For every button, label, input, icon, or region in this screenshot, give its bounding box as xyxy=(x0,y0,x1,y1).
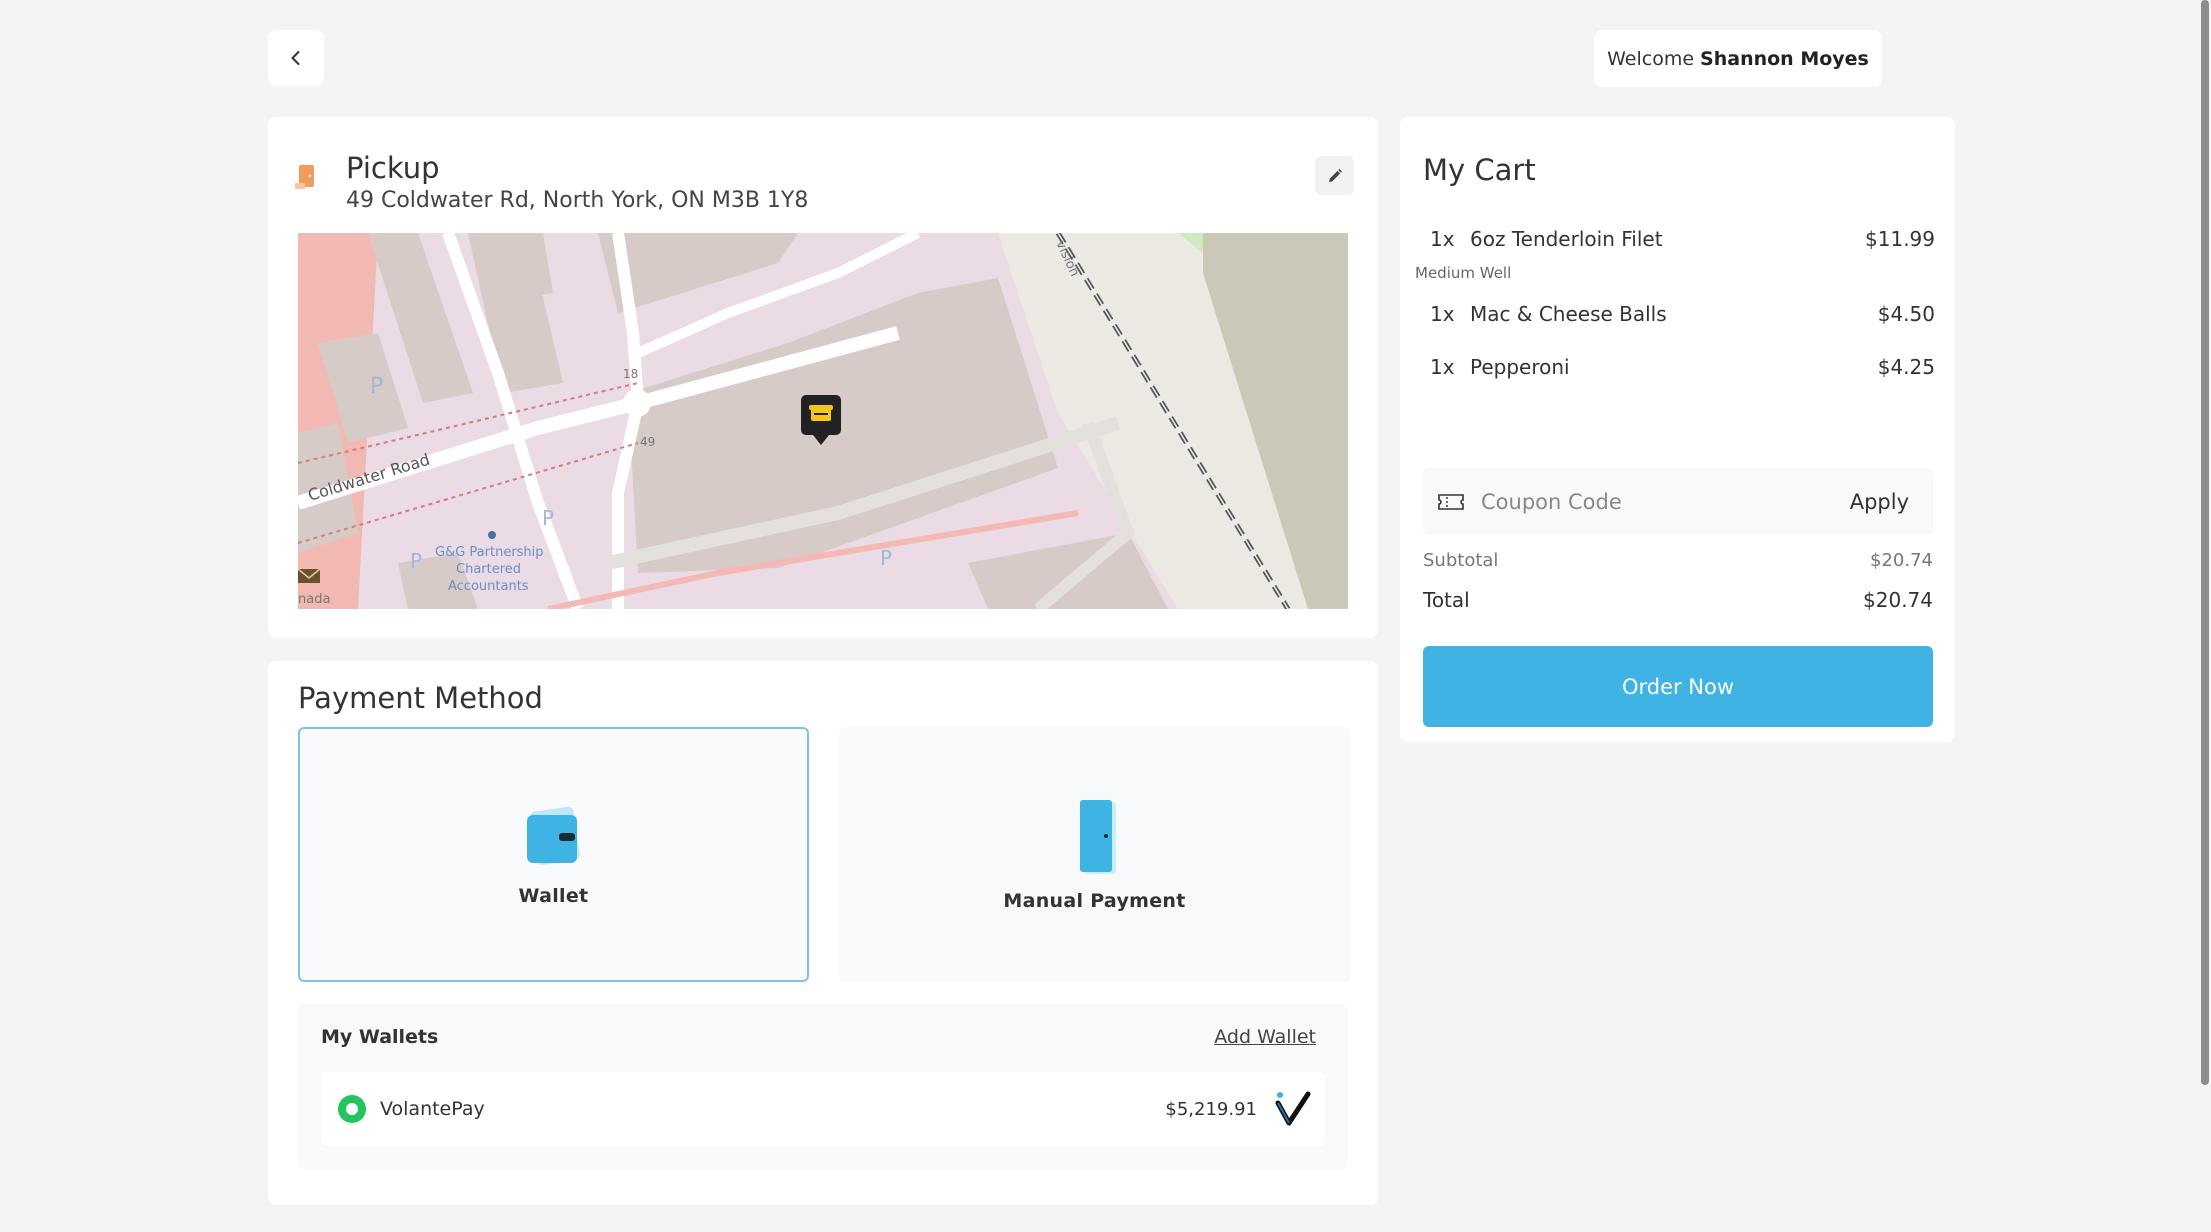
map-parking-1: P xyxy=(370,374,383,399)
wallet-icon xyxy=(526,806,580,865)
door-icon xyxy=(1079,799,1116,874)
coupon-input[interactable] xyxy=(1481,489,1850,514)
user-name: Shannon Moyes xyxy=(1700,47,1869,70)
total-value: $20.74 xyxy=(1863,588,1933,612)
payment-option-manual[interactable]: Manual Payment xyxy=(839,727,1350,982)
scrollbar-thumb[interactable] xyxy=(2201,0,2209,1085)
volantepay-logo-icon xyxy=(1275,1091,1311,1126)
store-door-icon xyxy=(295,165,314,189)
subtotal-value: $20.74 xyxy=(1870,550,1933,571)
payment-title: Payment Method xyxy=(298,681,543,715)
my-wallets-section: My Wallets Add Wallet VolantePay $5,219.… xyxy=(298,1004,1348,1169)
pickup-map[interactable]: P P P P Coldwater Road 18 49 vision G&G … xyxy=(298,233,1348,609)
cart-item: 1x Pepperoni $4.25 xyxy=(1430,355,1935,379)
page-scrollbar[interactable] xyxy=(2199,0,2211,1232)
pickup-address: 49 Coldwater Rd, North York, ON M3B 1Y8 xyxy=(346,188,809,213)
cart-item-qty: 1x xyxy=(1430,355,1455,379)
map-parking-2: P xyxy=(542,506,554,530)
cart-item-name: Pepperoni xyxy=(1470,355,1570,379)
cart-item-price: $4.25 xyxy=(1877,355,1935,379)
map-number-49: 49 xyxy=(640,435,655,449)
subtotal-label: Subtotal xyxy=(1423,550,1499,571)
my-wallets-title: My Wallets xyxy=(321,1026,439,1048)
cart-item-name: 6oz Tenderloin Filet xyxy=(1470,227,1663,251)
payment-option-wallet-label: Wallet xyxy=(518,884,589,907)
payment-option-manual-label: Manual Payment xyxy=(1003,889,1186,912)
subtotal-row: Subtotal $20.74 xyxy=(1423,550,1933,571)
cart-title: My Cart xyxy=(1423,153,1536,187)
wallet-radio[interactable] xyxy=(338,1095,366,1123)
add-wallet-link[interactable]: Add Wallet xyxy=(1214,1026,1316,1048)
cart-item-note: Medium Well xyxy=(1415,264,1512,282)
chevron-left-icon xyxy=(291,51,300,65)
payment-option-wallet[interactable]: Wallet xyxy=(298,727,809,982)
pencil-icon xyxy=(1328,168,1342,182)
welcome-badge: Welcome Shannon Moyes xyxy=(1594,30,1882,87)
coupon-field: Apply xyxy=(1423,468,1933,535)
pickup-card: Pickup 49 Coldwater Rd, North York, ON M… xyxy=(268,117,1378,638)
map-canvas: P P P P Coldwater Road 18 49 vision G&G … xyxy=(298,233,1348,609)
ticket-icon xyxy=(1438,493,1464,510)
map-poi-line3: Accountants xyxy=(448,579,529,594)
map-parking-4: P xyxy=(880,546,892,570)
map-number-18: 18 xyxy=(623,367,638,381)
map-edge-label: nada xyxy=(298,592,330,607)
edit-address-button[interactable] xyxy=(1315,156,1354,195)
total-label: Total xyxy=(1423,588,1470,612)
back-button[interactable] xyxy=(268,30,324,86)
cart-item-qty: 1x xyxy=(1430,227,1455,251)
checkout-page: Welcome Shannon Moyes Pickup 49 Coldwate… xyxy=(0,0,2211,1232)
map-poi-line1: G&G Partnership xyxy=(435,545,544,560)
map-parking-3: P xyxy=(410,549,422,573)
cart-item-qty: 1x xyxy=(1430,302,1455,326)
cart-item: 1x 6oz Tenderloin Filet $11.99 xyxy=(1430,227,1935,251)
cart-item: 1x Mac & Cheese Balls $4.50 xyxy=(1430,302,1935,326)
cart-item-name: Mac & Cheese Balls xyxy=(1470,302,1667,326)
welcome-prefix: Welcome xyxy=(1607,47,1695,70)
cart-item-price: $11.99 xyxy=(1865,227,1935,251)
wallet-item-volantepay[interactable]: VolantePay $5,219.91 xyxy=(321,1072,1325,1146)
total-row: Total $20.74 xyxy=(1423,588,1933,612)
cart-item-price: $4.50 xyxy=(1877,302,1935,326)
wallet-balance: $5,219.91 xyxy=(1165,1098,1257,1120)
payment-card: Payment Method Wallet Manual Payment My … xyxy=(268,661,1378,1205)
wallet-name: VolantePay xyxy=(380,1098,485,1120)
order-now-button[interactable]: Order Now xyxy=(1423,646,1933,727)
pickup-title: Pickup xyxy=(346,151,440,185)
cart-card: My Cart 1x 6oz Tenderloin Filet $11.99 M… xyxy=(1400,117,1955,742)
apply-coupon-button[interactable]: Apply xyxy=(1850,490,1909,514)
map-poi-line2: Chartered xyxy=(456,562,521,577)
